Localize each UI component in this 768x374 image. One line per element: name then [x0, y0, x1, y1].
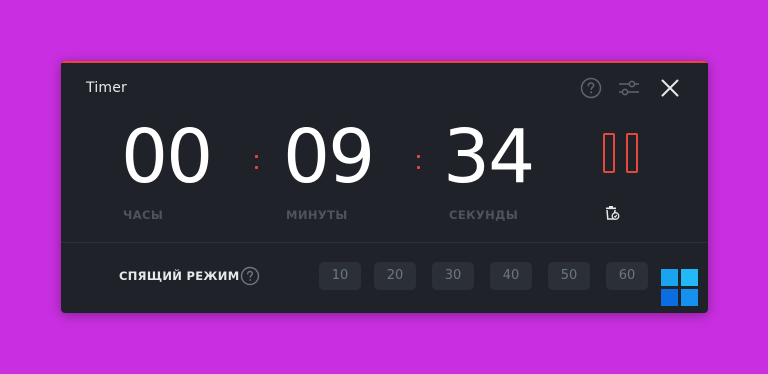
sleep-option-50[interactable]: 50 — [548, 262, 590, 290]
sleep-mode-label: СПЯЩИЙ РЕЖИМ — [119, 269, 240, 283]
sleep-option-30[interactable]: 30 — [432, 262, 474, 290]
window-accent-bar — [61, 61, 708, 63]
sleep-option-40[interactable]: 40 — [490, 262, 532, 290]
windows-logo-icon — [661, 269, 698, 306]
pause-button[interactable] — [599, 133, 645, 177]
settings-button[interactable] — [617, 76, 641, 100]
section-divider — [61, 242, 708, 243]
minutes-display: 09 — [283, 114, 375, 200]
close-button[interactable] — [658, 76, 682, 100]
sliders-icon — [619, 80, 639, 96]
help-button[interactable] — [579, 76, 603, 100]
close-icon — [661, 79, 679, 97]
sleep-option-10[interactable]: 10 — [319, 262, 361, 290]
question-circle-icon — [240, 266, 260, 286]
trash-reset-icon — [606, 206, 620, 220]
sleep-option-60[interactable]: 60 — [606, 262, 648, 290]
reset-button[interactable] — [604, 205, 620, 221]
sleep-option-20[interactable]: 20 — [374, 262, 416, 290]
minutes-seconds-separator — [416, 154, 421, 172]
sleep-mode-help-button[interactable] — [240, 266, 260, 286]
question-circle-icon — [580, 77, 602, 99]
seconds-label: СЕКУНДЫ — [449, 208, 519, 222]
seconds-display: 34 — [443, 114, 535, 200]
minutes-label: МИНУТЫ — [286, 208, 348, 222]
hours-label: ЧАСЫ — [123, 208, 164, 222]
hours-display: 00 — [121, 114, 213, 200]
hours-minutes-separator — [254, 154, 259, 172]
timer-window: Timer 00 09 34 ЧАСЫ МИНУТЫ СЕКУНДЫ СПЯЩИ… — [61, 61, 708, 313]
window-title: Timer — [86, 80, 128, 96]
